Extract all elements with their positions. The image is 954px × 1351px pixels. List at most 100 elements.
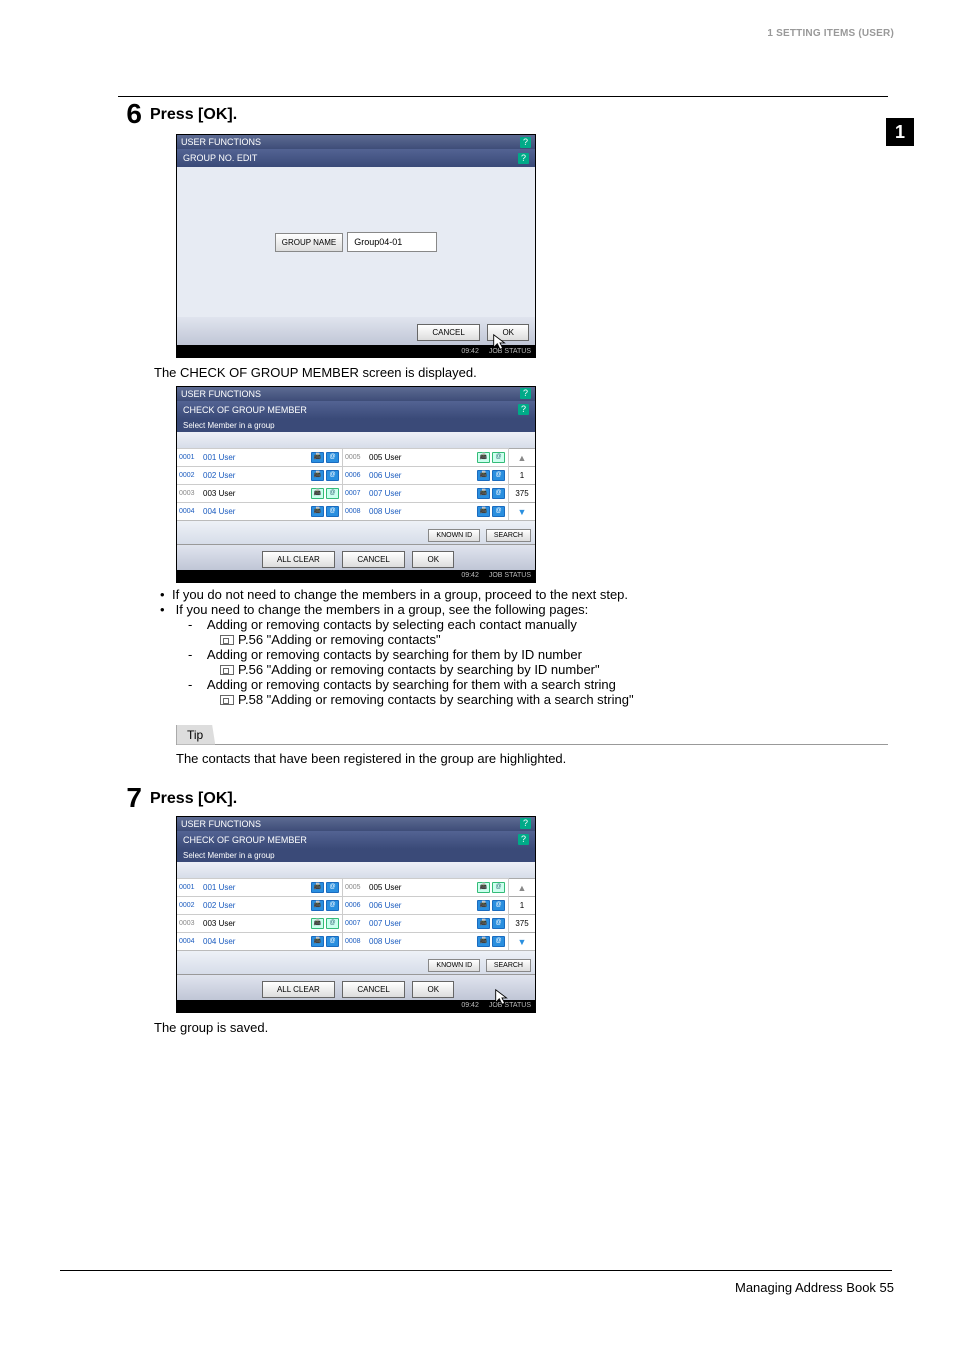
all-clear-button[interactable]: ALL CLEAR — [262, 551, 335, 568]
scroll-up-button[interactable]: ▲ — [509, 448, 535, 466]
member-row[interactable]: 0003003 User📠@ — [177, 914, 342, 932]
cursor-icon — [493, 988, 511, 1006]
mail-icon[interactable]: @ — [326, 488, 339, 499]
fax-icon[interactable]: 📠 — [311, 918, 324, 929]
member-row[interactable]: 0007007 User📠@ — [343, 914, 508, 932]
mail-icon[interactable]: @ — [326, 918, 339, 929]
member-row[interactable]: 0007007 User📠@ — [343, 484, 508, 502]
scroll-up-button[interactable]: ▲ — [509, 878, 535, 896]
mail-icon[interactable]: @ — [326, 882, 339, 893]
fax-icon[interactable]: 📠 — [477, 882, 490, 893]
help-icon[interactable]: ? — [520, 137, 531, 148]
fax-icon[interactable]: 📠 — [477, 936, 490, 947]
member-row[interactable]: 0008008 User📠@ — [343, 502, 508, 520]
member-row[interactable]: 0005005 User📠@ — [343, 448, 508, 466]
fax-icon[interactable]: 📠 — [311, 506, 324, 517]
list-item: Adding or removing contacts by selecting… — [204, 617, 888, 647]
fax-icon[interactable]: 📠 — [477, 918, 490, 929]
fax-icon[interactable]: 📠 — [311, 488, 324, 499]
member-left-column: 0001001 User📠@0002002 User📠@0003003 User… — [177, 878, 343, 950]
member-row[interactable]: 0006006 User📠@ — [343, 466, 508, 484]
mail-icon[interactable]: @ — [492, 470, 505, 481]
member-row[interactable]: 0004004 User📠@ — [177, 502, 342, 520]
book-icon — [220, 635, 234, 645]
search-button[interactable]: SEARCH — [486, 959, 531, 972]
cancel-button[interactable]: CANCEL — [342, 551, 404, 568]
fax-icon[interactable]: 📠 — [477, 506, 490, 517]
list-item: Adding or removing contacts by searching… — [204, 677, 888, 707]
help-icon[interactable]: ? — [518, 153, 529, 164]
mail-icon[interactable]: @ — [326, 506, 339, 517]
mail-icon[interactable]: @ — [492, 882, 505, 893]
bullet-list: If you do not need to change the members… — [154, 587, 888, 707]
scroll-down-button[interactable]: ▼ — [509, 502, 535, 520]
help-icon[interactable]: ? — [518, 404, 529, 415]
fax-icon[interactable]: 📠 — [477, 452, 490, 463]
instruction-text: The group is saved. — [154, 1019, 888, 1037]
member-right-column: 0005005 User📠@0006006 User📠@0007007 User… — [343, 878, 509, 950]
cancel-button[interactable]: CANCEL — [342, 981, 404, 998]
all-clear-button[interactable]: ALL CLEAR — [262, 981, 335, 998]
mail-icon[interactable]: @ — [326, 900, 339, 911]
fax-icon[interactable]: 📠 — [477, 900, 490, 911]
mail-icon[interactable]: @ — [492, 918, 505, 929]
help-icon[interactable]: ? — [518, 834, 529, 845]
step-number: 6 — [118, 100, 150, 128]
mail-icon[interactable]: @ — [492, 506, 505, 517]
mail-icon[interactable]: @ — [492, 488, 505, 499]
member-row[interactable]: 0008008 User📠@ — [343, 932, 508, 950]
known-id-button[interactable]: KNOWN ID — [428, 959, 480, 972]
scroll-down-button[interactable]: ▼ — [509, 932, 535, 950]
xref-link[interactable]: P.56 "Adding or removing contacts by sea… — [238, 662, 600, 677]
help-icon[interactable]: ? — [520, 388, 531, 399]
group-name-value[interactable]: Group04-01 — [347, 232, 437, 252]
member-row[interactable]: 0001001 User📠@ — [177, 448, 342, 466]
screen-subtitle: GROUP NO. EDIT — [183, 153, 257, 163]
cursor-icon — [491, 333, 509, 351]
page-current: 1 — [509, 896, 535, 914]
page-total: 375 — [509, 484, 535, 502]
xref-link[interactable]: P.56 "Adding or removing contacts" — [238, 632, 441, 647]
mail-icon[interactable]: @ — [326, 452, 339, 463]
fax-icon[interactable]: 📠 — [311, 470, 324, 481]
fax-icon[interactable]: 📠 — [477, 470, 490, 481]
member-row[interactable]: 0002002 User📠@ — [177, 466, 342, 484]
mail-icon[interactable]: @ — [492, 900, 505, 911]
tip-text: The contacts that have been registered i… — [176, 751, 888, 766]
known-id-button[interactable]: KNOWN ID — [428, 529, 480, 542]
member-row[interactable]: 0003003 User📠@ — [177, 484, 342, 502]
instruction-text: The CHECK OF GROUP MEMBER screen is disp… — [154, 364, 888, 382]
side-chapter-tab: 1 — [886, 118, 914, 146]
ok-button[interactable]: OK — [412, 981, 454, 998]
ok-button[interactable]: OK — [412, 551, 454, 568]
step-title: Press [OK]. — [150, 784, 237, 812]
mail-icon[interactable]: @ — [326, 470, 339, 481]
tip-label: Tip — [176, 725, 215, 745]
fax-icon[interactable]: 📠 — [311, 882, 324, 893]
member-row[interactable]: 0005005 User📠@ — [343, 878, 508, 896]
group-name-button[interactable]: GROUP NAME — [275, 233, 344, 252]
fax-icon[interactable]: 📠 — [477, 488, 490, 499]
member-row[interactable]: 0006006 User📠@ — [343, 896, 508, 914]
member-row[interactable]: 0004004 User📠@ — [177, 932, 342, 950]
screenshot-member-check: USER FUNCTIONS ? CHECK OF GROUP MEMBER ?… — [176, 386, 536, 583]
job-status[interactable]: JOB STATUS — [489, 572, 531, 579]
mail-icon[interactable]: @ — [326, 936, 339, 947]
page-total: 375 — [509, 914, 535, 932]
cancel-button[interactable]: CANCEL — [417, 324, 479, 341]
fax-icon[interactable]: 📠 — [311, 452, 324, 463]
member-row[interactable]: 0001001 User📠@ — [177, 878, 342, 896]
step-number: 7 — [118, 784, 150, 812]
page-current: 1 — [509, 466, 535, 484]
section-header: 1 SETTING ITEMS (USER) — [767, 28, 894, 39]
xref-link[interactable]: P.58 "Adding or removing contacts by sea… — [238, 692, 634, 707]
search-button[interactable]: SEARCH — [486, 529, 531, 542]
help-icon[interactable]: ? — [520, 818, 531, 829]
book-icon — [220, 665, 234, 675]
fax-icon[interactable]: 📠 — [311, 900, 324, 911]
mail-icon[interactable]: @ — [492, 452, 505, 463]
mail-icon[interactable]: @ — [492, 936, 505, 947]
screen-subtitle: CHECK OF GROUP MEMBER — [183, 835, 307, 845]
fax-icon[interactable]: 📠 — [311, 936, 324, 947]
member-row[interactable]: 0002002 User📠@ — [177, 896, 342, 914]
